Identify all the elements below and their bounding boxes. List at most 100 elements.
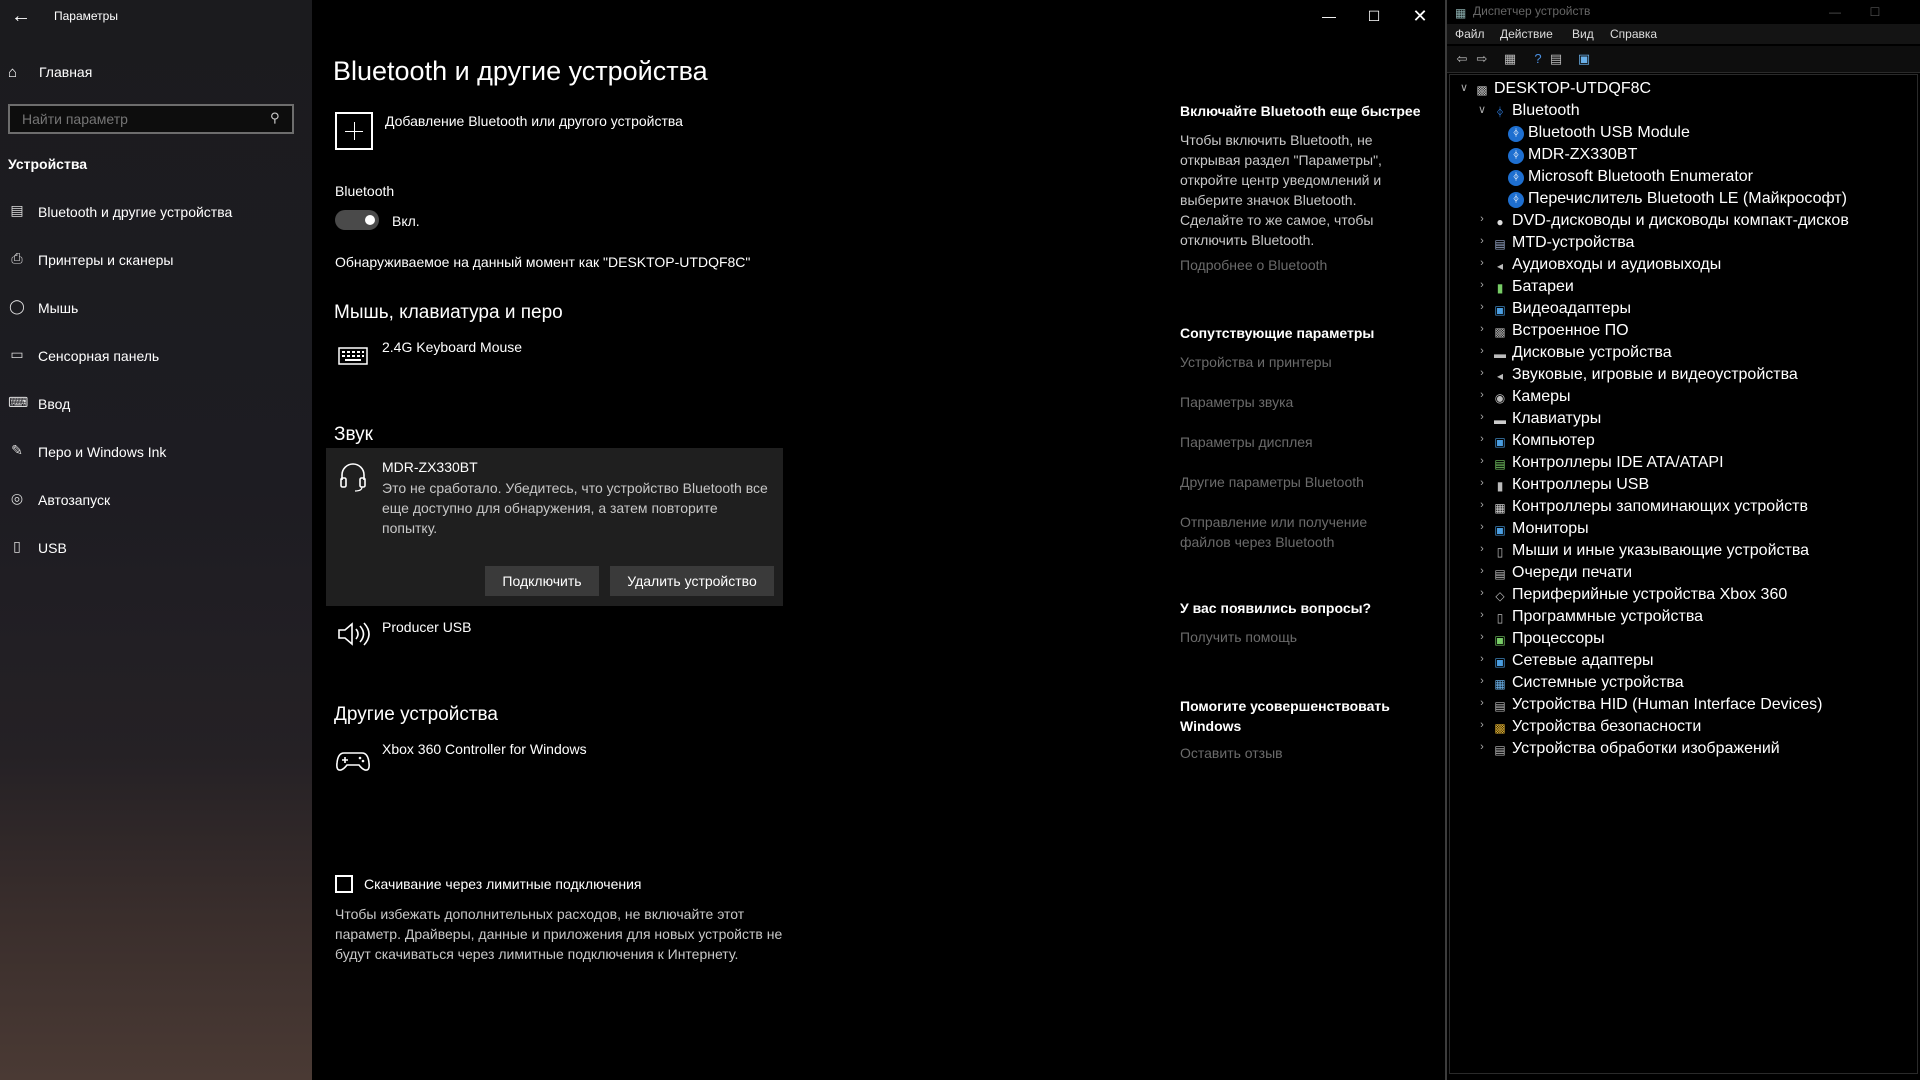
link-devices-printers[interactable]: Устройства и принтеры [1180, 352, 1420, 372]
expand-icon[interactable]: › [1476, 653, 1488, 665]
close-icon[interactable]: ✕ [1408, 4, 1432, 28]
sidebar-item-printers[interactable]: ⎙ Принтеры и сканеры [0, 242, 312, 278]
add-device-button[interactable] [335, 112, 373, 150]
device-item-xbox-controller[interactable]: Xbox 360 Controller for Windows [326, 738, 783, 784]
devmgr-menubar: Файл Действие Вид Справка [1447, 24, 1920, 44]
sidebar-item-touchpad[interactable]: ▭ Сенсорная панель [0, 338, 312, 374]
back-arrow-icon[interactable]: ← [10, 4, 32, 28]
sidebar-item-mouse[interactable]: ◯ Мышь [0, 290, 312, 326]
connection-error-text: Это не сработало. Убедитесь, что устройс… [382, 480, 768, 536]
tree-node-label: Камеры [1512, 388, 1571, 405]
metered-download-checkbox[interactable] [335, 875, 353, 893]
link-more-bluetooth[interactable]: Другие параметры Bluetooth [1180, 472, 1420, 492]
mouse-icon: ◯ [9, 298, 25, 314]
expand-icon[interactable]: › [1476, 565, 1488, 577]
toggle-knob [365, 215, 375, 225]
bluetooth-toggle[interactable] [335, 210, 379, 230]
sidebar-item-pen[interactable]: ✎ Перо и Windows Ink [0, 434, 312, 470]
link-send-receive-files[interactable]: Отправление или получение файлов через B… [1180, 512, 1420, 552]
remove-device-button[interactable]: Удалить устройство [610, 566, 774, 596]
expand-icon[interactable]: › [1476, 257, 1488, 269]
device-item-keyboard-mouse[interactable]: 2.4G Keyboard Mouse [326, 336, 783, 382]
tree-node-label: Встроенное ПО [1512, 322, 1629, 339]
menu-view[interactable]: Вид [1572, 27, 1594, 41]
maximize-icon[interactable]: ☐ [1362, 4, 1386, 28]
expand-icon[interactable]: › [1476, 235, 1488, 247]
link-display-settings[interactable]: Параметры дисплея [1180, 432, 1420, 452]
expand-icon[interactable]: › [1476, 213, 1488, 225]
expand-icon[interactable]: › [1476, 741, 1488, 753]
expand-icon[interactable]: › [1476, 279, 1488, 291]
expand-icon[interactable]: › [1476, 477, 1488, 489]
home-icon: ⌂ [8, 64, 18, 81]
devmgr-maximize-icon[interactable]: ☐ [1855, 0, 1895, 24]
bluetooth-label: Bluetooth [335, 183, 395, 199]
tree-node-label: Мониторы [1512, 520, 1589, 537]
expand-icon[interactable]: › [1476, 543, 1488, 555]
device-name: Xbox 360 Controller for Windows [382, 741, 587, 757]
view-icon[interactable]: ▤ [1547, 50, 1565, 68]
expand-icon[interactable]: › [1476, 587, 1488, 599]
metered-download-label[interactable]: Скачивание через лимитные подключения [364, 876, 641, 892]
expand-icon[interactable]: › [1476, 675, 1488, 687]
menu-file[interactable]: Файл [1455, 27, 1485, 41]
tree-node-label: Очереди печати [1512, 564, 1633, 581]
storage-controller-icon: ▦ [1494, 501, 1506, 515]
expand-icon[interactable]: › [1476, 389, 1488, 401]
expand-icon[interactable]: › [1476, 345, 1488, 357]
metered-download-description: Чтобы избежать дополнительных расходов, … [335, 906, 783, 962]
sidebar-item-usb[interactable]: ▯ USB [0, 530, 312, 566]
sidebar-item-typing[interactable]: ⌨ Ввод [0, 386, 312, 422]
back-icon[interactable]: ⇦ [1453, 50, 1471, 68]
expand-icon[interactable]: › [1476, 697, 1488, 709]
help-icon[interactable]: ? [1529, 50, 1547, 68]
device-manager-icon: ▦ [1455, 6, 1467, 20]
expand-icon[interactable]: › [1476, 301, 1488, 313]
bluetooth-icon: ᛄ [1508, 170, 1524, 186]
expand-icon[interactable]: › [1476, 499, 1488, 511]
imaging-device-icon: ▤ [1494, 743, 1506, 757]
monitor-icon[interactable]: ▣ [1575, 50, 1593, 68]
sidebar-item-autoplay[interactable]: ◎ Автозапуск [0, 482, 312, 518]
search-box[interactable]: ⚲ [8, 104, 294, 134]
minimize-icon[interactable]: — [1317, 4, 1341, 28]
collapse-icon[interactable]: ∨ [1458, 81, 1470, 94]
expand-icon[interactable]: › [1476, 455, 1488, 467]
tree-node-label: Microsoft Bluetooth Enumerator [1528, 168, 1753, 185]
expand-icon[interactable]: › [1476, 521, 1488, 533]
devmgr-minimize-icon[interactable]: — [1815, 0, 1855, 24]
expand-icon[interactable]: › [1476, 609, 1488, 621]
collapse-icon[interactable]: ∨ [1476, 103, 1488, 116]
disc-icon: ● [1496, 215, 1504, 229]
keyboard-icon: ⌨ [8, 394, 29, 410]
devmgr-title-text: Диспетчер устройств [1473, 4, 1591, 18]
connect-button[interactable]: Подключить [485, 566, 599, 596]
devmgr-title: ▦ Диспетчер устройств [1455, 4, 1591, 20]
touchpad-icon: ▭ [10, 346, 24, 362]
expand-icon[interactable]: › [1476, 367, 1488, 379]
expand-icon[interactable]: › [1476, 433, 1488, 445]
tree-node-label: Контроллеры запоминающих устройств [1512, 498, 1808, 515]
link-get-help[interactable]: Получить помощь [1180, 627, 1420, 647]
link-feedback[interactable]: Оставить отзыв [1180, 743, 1420, 763]
nav-home[interactable]: ⌂ Главная [8, 62, 298, 86]
properties-icon[interactable]: ▦ [1501, 50, 1519, 68]
link-sound-settings[interactable]: Параметры звука [1180, 392, 1420, 412]
search-icon[interactable]: ⚲ [270, 110, 286, 126]
expand-icon[interactable]: › [1476, 411, 1488, 423]
search-input[interactable] [20, 110, 264, 128]
autoplay-icon: ◎ [10, 490, 24, 506]
device-item-producer-usb[interactable]: Producer USB [326, 614, 783, 660]
menu-action[interactable]: Действие [1500, 27, 1553, 41]
sidebar-item-label: Принтеры и сканеры [38, 252, 174, 268]
link-learn-bluetooth[interactable]: Подробнее о Bluetooth [1180, 255, 1420, 275]
menu-help[interactable]: Справка [1610, 27, 1657, 41]
tree-node-label: Устройства безопасности [1512, 718, 1702, 735]
sidebar-item-label: Ввод [38, 396, 71, 412]
add-device-label[interactable]: Добавление Bluetooth или другого устройс… [385, 113, 683, 129]
sidebar-item-bluetooth[interactable]: ▤ Bluetooth и другие устройства [0, 194, 312, 230]
expand-icon[interactable]: › [1476, 323, 1488, 335]
expand-icon[interactable]: › [1476, 719, 1488, 731]
expand-icon[interactable]: › [1476, 631, 1488, 643]
forward-icon[interactable]: ⇨ [1473, 50, 1491, 68]
